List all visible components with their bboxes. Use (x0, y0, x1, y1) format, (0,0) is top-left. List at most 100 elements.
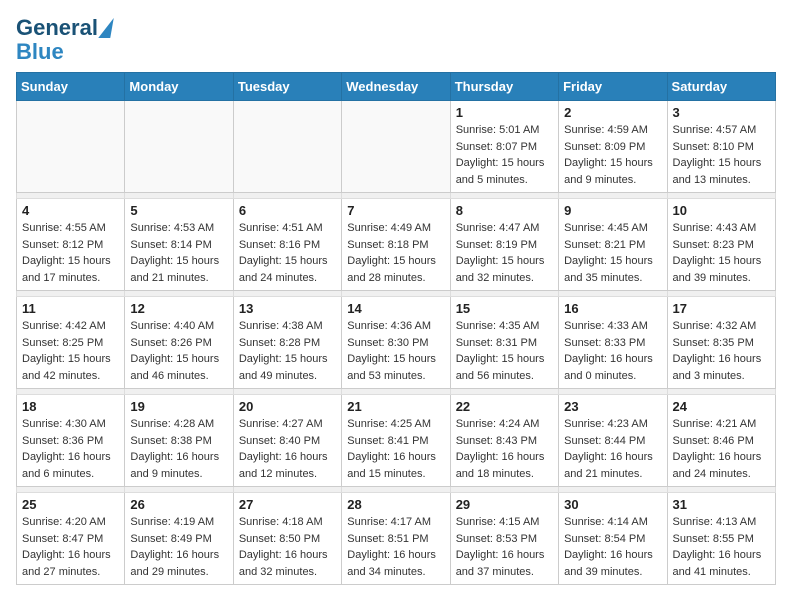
day-number: 21 (347, 399, 444, 414)
day-number: 4 (22, 203, 119, 218)
day-number: 13 (239, 301, 336, 316)
day-info: Sunrise: 4:28 AM Sunset: 8:38 PM Dayligh… (130, 416, 227, 482)
col-header-thursday: Thursday (450, 73, 558, 101)
day-number: 27 (239, 497, 336, 512)
day-cell: 25Sunrise: 4:20 AM Sunset: 8:47 PM Dayli… (17, 493, 125, 585)
day-number: 14 (347, 301, 444, 316)
day-info: Sunrise: 4:45 AM Sunset: 8:21 PM Dayligh… (564, 220, 661, 286)
day-cell: 23 Sunrise: 4:23 AM Sunset: 8:44 PM Dayli… (559, 395, 667, 487)
day-cell: 2 Sunrise: 4:59 AM Sunset: 8:09 PM Daylig… (559, 101, 667, 193)
day-cell: 4 Sunrise: 4:55 AM Sunset: 8:12 PM Daylig… (17, 199, 125, 291)
day-cell: 24 Sunrise: 4:21 AM Sunset: 8:46 PM Dayli… (667, 395, 775, 487)
week-row-2: 4 Sunrise: 4:55 AM Sunset: 8:12 PM Daylig… (17, 199, 776, 291)
day-cell: 16Sunrise: 4:33 AM Sunset: 8:33 PM Dayli… (559, 297, 667, 389)
day-info: Sunrise: 4:17 AM Sunset: 8:51 PM Dayligh… (347, 514, 444, 580)
day-info: Sunrise: 4:43 AM Sunset: 8:23 PM Dayligh… (673, 220, 770, 286)
day-info: Sunrise: 4:23 AM Sunset: 8:44 PM Dayligh… (564, 416, 661, 482)
day-cell: 29 Sunrise: 4:15 AM Sunset: 8:53 PM Dayli… (450, 493, 558, 585)
day-number: 23 (564, 399, 661, 414)
col-header-tuesday: Tuesday (233, 73, 341, 101)
day-number: 11 (22, 301, 119, 316)
col-header-friday: Friday (559, 73, 667, 101)
day-cell: 7 Sunrise: 4:49 AM Sunset: 8:18 PM Daylig… (342, 199, 450, 291)
day-info: Sunrise: 4:24 AM Sunset: 8:43 PM Dayligh… (456, 416, 553, 482)
day-number: 10 (673, 203, 770, 218)
day-info: Sunrise: 4:25 AM Sunset: 8:41 PM Dayligh… (347, 416, 444, 482)
day-info: Sunrise: 4:13 AM Sunset: 8:55 PM Dayligh… (673, 514, 770, 580)
day-cell: 17 Sunrise: 4:32 AM Sunset: 8:35 PM Dayli… (667, 297, 775, 389)
day-cell: 15 Sunrise: 4:35 AM Sunset: 8:31 PM Dayli… (450, 297, 558, 389)
col-header-saturday: Saturday (667, 73, 775, 101)
day-info: Sunrise: 4:27 AM Sunset: 8:40 PM Dayligh… (239, 416, 336, 482)
day-info: Sunrise: 4:19 AM Sunset: 8:49 PM Dayligh… (130, 514, 227, 580)
day-info: Sunrise: 4:51 AM Sunset: 8:16 PM Dayligh… (239, 220, 336, 286)
day-info: Sunrise: 4:57 AM Sunset: 8:10 PM Dayligh… (673, 122, 770, 188)
day-info: Sunrise: 4:49 AM Sunset: 8:18 PM Dayligh… (347, 220, 444, 286)
day-cell: 30Sunrise: 4:14 AM Sunset: 8:54 PM Dayli… (559, 493, 667, 585)
day-info: Sunrise: 4:21 AM Sunset: 8:46 PM Dayligh… (673, 416, 770, 482)
day-cell (17, 101, 125, 193)
day-number: 29 (456, 497, 553, 512)
day-number: 17 (673, 301, 770, 316)
day-number: 31 (673, 497, 770, 512)
col-header-sunday: Sunday (17, 73, 125, 101)
day-info: Sunrise: 4:15 AM Sunset: 8:53 PM Dayligh… (456, 514, 553, 580)
day-cell: 5 Sunrise: 4:53 AM Sunset: 8:14 PM Daylig… (125, 199, 233, 291)
day-cell: 14 Sunrise: 4:36 AM Sunset: 8:30 PM Dayli… (342, 297, 450, 389)
day-info: Sunrise: 4:53 AM Sunset: 8:14 PM Dayligh… (130, 220, 227, 286)
calendar-header-row: SundayMondayTuesdayWednesdayThursdayFrid… (17, 73, 776, 101)
day-number: 1 (456, 105, 553, 120)
day-cell: 27 Sunrise: 4:18 AM Sunset: 8:50 PM Dayli… (233, 493, 341, 585)
day-cell: 12Sunrise: 4:40 AM Sunset: 8:26 PM Dayli… (125, 297, 233, 389)
day-cell: 10 Sunrise: 4:43 AM Sunset: 8:23 PM Dayli… (667, 199, 775, 291)
day-number: 30 (564, 497, 661, 512)
day-number: 12 (130, 301, 227, 316)
day-number: 28 (347, 497, 444, 512)
day-info: Sunrise: 4:20 AM Sunset: 8:47 PM Dayligh… (22, 514, 119, 580)
day-cell: 31 Sunrise: 4:13 AM Sunset: 8:55 PM Dayli… (667, 493, 775, 585)
day-info: Sunrise: 4:36 AM Sunset: 8:30 PM Dayligh… (347, 318, 444, 384)
day-info: Sunrise: 4:35 AM Sunset: 8:31 PM Dayligh… (456, 318, 553, 384)
day-number: 15 (456, 301, 553, 316)
week-row-4: 18 Sunrise: 4:30 AM Sunset: 8:36 PM Dayli… (17, 395, 776, 487)
week-row-1: 1Sunrise: 5:01 AM Sunset: 8:07 PM Daylig… (17, 101, 776, 193)
day-info: Sunrise: 4:55 AM Sunset: 8:12 PM Dayligh… (22, 220, 119, 286)
day-number: 18 (22, 399, 119, 414)
day-number: 7 (347, 203, 444, 218)
col-header-monday: Monday (125, 73, 233, 101)
day-cell: 11 Sunrise: 4:42 AM Sunset: 8:25 PM Dayli… (17, 297, 125, 389)
day-number: 24 (673, 399, 770, 414)
week-row-5: 25Sunrise: 4:20 AM Sunset: 8:47 PM Dayli… (17, 493, 776, 585)
day-info: Sunrise: 4:42 AM Sunset: 8:25 PM Dayligh… (22, 318, 119, 384)
calendar-table: SundayMondayTuesdayWednesdayThursdayFrid… (16, 72, 776, 585)
logo-text-blue: Blue (16, 40, 64, 64)
day-cell: 3 Sunrise: 4:57 AM Sunset: 8:10 PM Daylig… (667, 101, 775, 193)
day-number: 16 (564, 301, 661, 316)
day-number: 5 (130, 203, 227, 218)
day-cell: 19 Sunrise: 4:28 AM Sunset: 8:38 PM Dayli… (125, 395, 233, 487)
day-number: 2 (564, 105, 661, 120)
day-cell: 26Sunrise: 4:19 AM Sunset: 8:49 PM Dayli… (125, 493, 233, 585)
day-info: Sunrise: 4:18 AM Sunset: 8:50 PM Dayligh… (239, 514, 336, 580)
day-number: 3 (673, 105, 770, 120)
day-number: 8 (456, 203, 553, 218)
week-row-3: 11 Sunrise: 4:42 AM Sunset: 8:25 PM Dayli… (17, 297, 776, 389)
day-cell (125, 101, 233, 193)
day-cell: 8 Sunrise: 4:47 AM Sunset: 8:19 PM Daylig… (450, 199, 558, 291)
day-info: Sunrise: 4:30 AM Sunset: 8:36 PM Dayligh… (22, 416, 119, 482)
day-info: Sunrise: 4:32 AM Sunset: 8:35 PM Dayligh… (673, 318, 770, 384)
day-cell: 6 Sunrise: 4:51 AM Sunset: 8:16 PM Daylig… (233, 199, 341, 291)
day-cell: 18 Sunrise: 4:30 AM Sunset: 8:36 PM Dayli… (17, 395, 125, 487)
day-number: 6 (239, 203, 336, 218)
day-info: Sunrise: 4:38 AM Sunset: 8:28 PM Dayligh… (239, 318, 336, 384)
day-cell: 13 Sunrise: 4:38 AM Sunset: 8:28 PM Dayli… (233, 297, 341, 389)
col-header-wednesday: Wednesday (342, 73, 450, 101)
day-info: Sunrise: 4:47 AM Sunset: 8:19 PM Dayligh… (456, 220, 553, 286)
page-header: General Blue (16, 16, 776, 64)
day-number: 19 (130, 399, 227, 414)
logo-text-general: General (16, 16, 98, 40)
day-info: Sunrise: 4:59 AM Sunset: 8:09 PM Dayligh… (564, 122, 661, 188)
day-cell (342, 101, 450, 193)
day-cell: 9Sunrise: 4:45 AM Sunset: 8:21 PM Daylig… (559, 199, 667, 291)
day-cell: 22Sunrise: 4:24 AM Sunset: 8:43 PM Dayli… (450, 395, 558, 487)
